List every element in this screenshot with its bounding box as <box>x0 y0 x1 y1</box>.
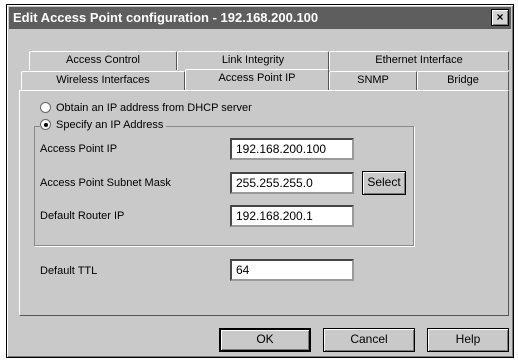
cancel-button-label: Cancel <box>350 332 388 346</box>
tab-label: Access Control <box>66 54 140 66</box>
tab-label: SNMP <box>357 74 389 86</box>
edit-access-point-dialog: Edit Access Point configuration - 192.16… <box>6 4 514 358</box>
help-button[interactable]: Help <box>427 328 509 352</box>
tab-wireless-interfaces[interactable]: Wireless Interfaces <box>21 71 185 90</box>
dhcp-radio[interactable] <box>40 102 51 113</box>
ap-ip-field[interactable]: 192.168.200.100 <box>230 138 354 160</box>
tab-link-integrity[interactable]: Link Integrity <box>177 51 329 70</box>
select-button-label: Select <box>367 175 401 189</box>
tab-label: Access Point IP <box>218 72 296 84</box>
title-bar: Edit Access Point configuration - 192.16… <box>9 7 511 29</box>
tab-label: Ethernet Interface <box>375 54 463 66</box>
tab-label: Bridge <box>447 74 479 86</box>
ap-ip-label: Access Point IP <box>40 143 118 155</box>
dhcp-radio-option[interactable]: Obtain an IP address from DHCP server <box>40 101 252 115</box>
tab-label: Link Integrity <box>221 54 285 66</box>
router-ip-label: Default Router IP <box>40 210 125 222</box>
tab-panel-access-point-ip: Obtain an IP address from DHCP server Sp… <box>19 90 509 316</box>
tab-ethernet-interface[interactable]: Ethernet Interface <box>329 51 509 70</box>
cancel-button[interactable]: Cancel <box>323 328 415 352</box>
router-ip-field[interactable]: 192.168.200.1 <box>230 205 354 227</box>
static-ip-radio[interactable] <box>40 119 51 130</box>
window-title: Edit Access Point configuration - 192.16… <box>13 10 319 25</box>
tab-access-point-ip[interactable]: Access Point IP <box>185 69 329 90</box>
tab-bridge[interactable]: Bridge <box>417 71 509 90</box>
static-ip-radio-option[interactable]: Specify an IP Address <box>40 118 167 132</box>
ok-button[interactable]: OK <box>219 328 311 352</box>
ok-button-label: OK <box>256 332 274 346</box>
dhcp-radio-label: Obtain an IP address from DHCP server <box>56 102 252 114</box>
ttl-label: Default TTL <box>40 265 98 277</box>
select-button[interactable]: Select <box>362 171 406 195</box>
tab-label: Wireless Interfaces <box>56 74 150 86</box>
tab-snmp[interactable]: SNMP <box>329 71 417 90</box>
subnet-mask-field[interactable]: 255.255.255.0 <box>230 172 354 194</box>
close-icon: × <box>496 10 504 24</box>
static-ip-radio-label: Specify an IP Address <box>56 119 164 131</box>
ttl-field[interactable]: 64 <box>230 259 354 281</box>
tab-access-control[interactable]: Access Control <box>29 51 177 70</box>
close-button[interactable]: × <box>491 9 509 26</box>
help-button-label: Help <box>455 332 481 346</box>
subnet-mask-label: Access Point Subnet Mask <box>40 177 171 189</box>
